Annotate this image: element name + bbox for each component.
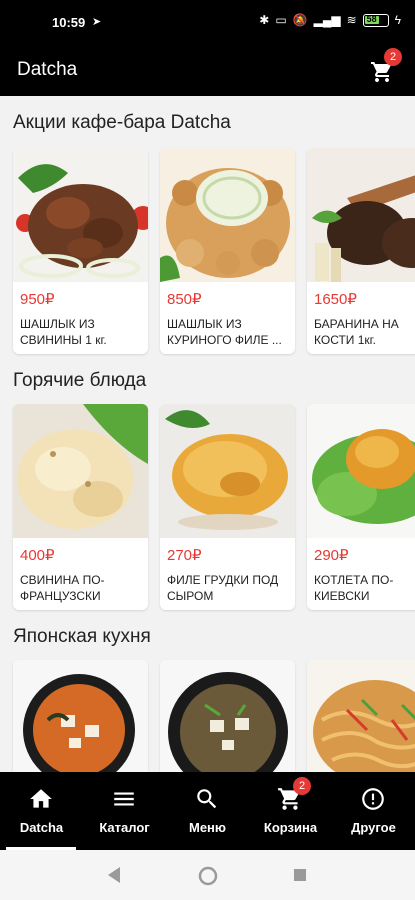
- nav-item-menu[interactable]: Меню: [166, 772, 249, 850]
- spicy-soup-image: [13, 660, 148, 772]
- info-icon: [362, 788, 384, 810]
- lamb-on-bone-image: [307, 148, 415, 282]
- battery-icon: 58: [362, 13, 389, 27]
- section-title-promos: Акции кафе-бара Datcha: [13, 112, 231, 133]
- vibrate-icon: ▭: [275, 13, 287, 27]
- home-circle-icon[interactable]: [198, 866, 218, 886]
- nav-item-cart[interactable]: 2 Корзина: [249, 772, 332, 850]
- wifi-icon: ≋: [346, 13, 357, 27]
- nav-item-other[interactable]: Другое: [332, 772, 415, 850]
- chicken-shashlik-image: [160, 148, 295, 282]
- product-name: ШАШЛЫК ИЗ СВИНИНЫ 1 кг.: [20, 317, 107, 347]
- recents-icon[interactable]: [292, 866, 308, 884]
- product-name: СВИНИНА ПО-ФРАНЦУЗСКИ: [20, 573, 105, 603]
- status-time: 10:59: [52, 15, 86, 30]
- status-icons: ✱ ▭ 🔕 ▂▄▆ ≋ 58 ϟ: [259, 13, 401, 27]
- japanese-row[interactable]: [13, 660, 415, 772]
- nav-label: Другое: [351, 820, 396, 835]
- product-name: КОТЛЕТА ПО-КИЕВСКИ: [314, 573, 394, 603]
- back-icon[interactable]: [106, 866, 122, 884]
- product-price: 400₽: [20, 547, 55, 564]
- product-name: ФИЛЕ ГРУДКИ ПОД СЫРОМ: [167, 573, 279, 603]
- french-pork-image: [13, 404, 148, 538]
- section-title-hot-dishes: Горячие блюда: [13, 370, 147, 391]
- product-name: ШАШЛЫК ИЗ КУРИНОГО ФИЛЕ ...: [167, 317, 282, 347]
- nav-label: Каталог: [99, 820, 150, 835]
- hot-dishes-row[interactable]: 400₽ СВИНИНА ПО-ФРАНЦУЗСКИ 270₽ ФИЛЕ ГРУ…: [13, 404, 415, 614]
- product-card[interactable]: [13, 660, 148, 772]
- product-card[interactable]: 270₽ ФИЛЕ ГРУДКИ ПОД СЫРОМ: [160, 404, 295, 610]
- app-title: Datcha: [17, 59, 78, 80]
- product-price: 950₽: [20, 291, 55, 308]
- menu-lines-icon: [114, 792, 134, 806]
- product-card[interactable]: 400₽ СВИНИНА ПО-ФРАНЦУЗСКИ: [13, 404, 148, 610]
- product-card[interactable]: 290₽ КОТЛЕТА ПО-КИЕВСКИ: [307, 404, 415, 610]
- product-price: 1650₽: [314, 291, 357, 308]
- status-bar: 10:59 ➤ ✱ ▭ 🔕 ▂▄▆ ≋ 58 ϟ: [0, 0, 415, 44]
- product-price: 850₽: [167, 291, 202, 308]
- cart-badge: 2: [293, 777, 311, 795]
- product-card[interactable]: 1650₽ БАРАНИНА НА КОСТИ 1кг.: [307, 148, 415, 354]
- chicken-kiev-image: [307, 404, 415, 538]
- nav-label: Корзина: [263, 820, 318, 835]
- main-content: Акции кафе-бара Datcha 950₽ ШАШЛЫК ИЗ СВ…: [0, 96, 415, 772]
- battery-text: 58: [366, 13, 377, 24]
- noodles-image: [307, 660, 415, 772]
- bluetooth-icon: ✱: [259, 13, 270, 27]
- product-card[interactable]: 850₽ ШАШЛЫК ИЗ КУРИНОГО ФИЛЕ ...: [160, 148, 295, 354]
- nav-item-catalog[interactable]: Каталог: [83, 772, 166, 850]
- cart-button[interactable]: 2: [370, 48, 402, 84]
- product-card[interactable]: 950₽ ШАШЛЫК ИЗ СВИНИНЫ 1 кг.: [13, 148, 148, 354]
- mute-icon: 🔕: [292, 13, 308, 27]
- miso-soup-image: [160, 660, 295, 772]
- telegram-icon: ➤: [92, 16, 102, 28]
- pork-shashlik-image: [13, 148, 148, 282]
- bottom-navigation: Datcha Каталог Меню 2 Корзина Другое: [0, 772, 415, 850]
- product-price: 290₽: [314, 547, 349, 564]
- app-bar: Datcha 2: [0, 44, 415, 96]
- system-navigation-bar: [0, 850, 415, 900]
- nav-item-home[interactable]: Datcha: [0, 772, 83, 850]
- product-card[interactable]: [160, 660, 295, 772]
- section-title-japanese: Японская кухня: [13, 626, 151, 647]
- chicken-breast-cheese-image: [160, 404, 295, 538]
- product-card[interactable]: [307, 660, 415, 772]
- charging-icon: ϟ: [394, 13, 401, 27]
- promo-row[interactable]: 950₽ ШАШЛЫК ИЗ СВИНИНЫ 1 кг. 850₽ ШАШЛЫК…: [13, 148, 415, 358]
- home-icon: [30, 789, 52, 808]
- search-icon: [197, 789, 217, 809]
- signal-icon: ▂▄▆: [313, 13, 341, 27]
- nav-label: Datcha: [19, 820, 64, 835]
- nav-label: Меню: [188, 820, 226, 835]
- product-name: БАРАНИНА НА КОСТИ 1кг.: [314, 317, 399, 347]
- cart-count-badge: 2: [384, 48, 402, 66]
- product-price: 270₽: [167, 547, 202, 564]
